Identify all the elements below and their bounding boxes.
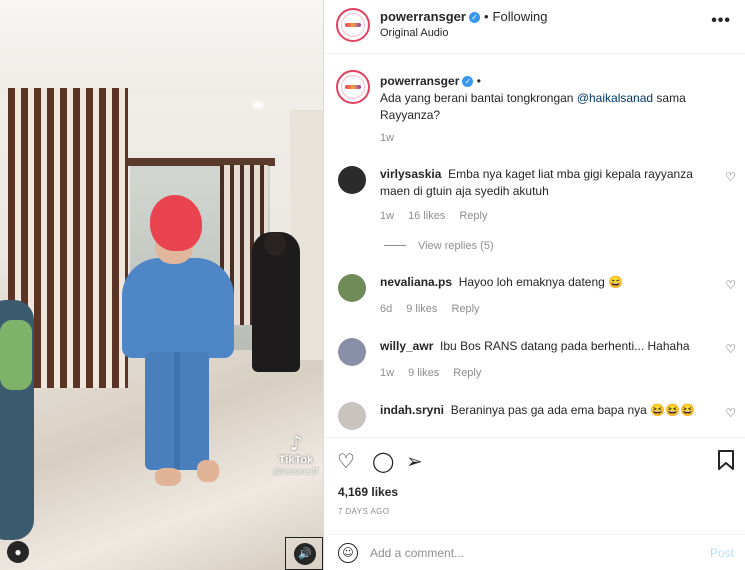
verified-icon: ✓ [468,12,480,23]
comment-username[interactable]: indah.sryni [380,403,444,417]
post-header: powerransger ✓ • Following Original Audio •… [324,0,745,54]
action-bar: ♡ ◯ ➢ [324,437,745,483]
replies-line [384,245,406,246]
comment-input[interactable] [370,543,670,563]
tiktok-handle: @bersanad7 [273,467,319,476]
post-button[interactable]: Post [710,546,734,560]
commenter-avatar[interactable] [338,338,366,366]
header-separator: • [483,9,489,24]
sound-toggle-button[interactable]: 🔊 [285,537,323,570]
bookmark-icon[interactable] [718,450,734,474]
comment-heart-icon[interactable]: ♡ [725,278,736,292]
comment-age: 1w [380,367,395,379]
paper-plane-icon[interactable]: ➢ [406,450,423,472]
ceiling-light [253,102,263,108]
video-woman-pants [145,352,209,470]
comment-age: 1w [380,210,395,222]
caption-body: Ada yang berani bantai tongkrongan [380,91,577,105]
author-avatar[interactable] [336,8,370,42]
comment-likes[interactable]: 9 likes [406,303,437,315]
following-button[interactable]: Following [493,9,548,24]
user-icon[interactable]: ● [7,541,29,563]
speaker-icon: 🔊 [294,543,316,565]
post-detail-panel: powerransger ✓ • Following Original Audio •… [323,0,745,570]
video-woman-turban [150,195,202,251]
caption-username[interactable]: powerransger [380,74,459,88]
video-woman-foot [197,460,219,482]
caption-text: powerransger ✓ • Ada yang berani bantai t… [380,73,710,124]
commenter-avatar[interactable] [338,274,366,302]
heart-icon[interactable]: ♡ [337,450,355,472]
comment-body: Hayoo loh emaknya dateng 😄 [458,275,624,289]
comment-meta: 1w 9 likes Reply [380,367,495,379]
caption-separator: • [476,74,481,88]
reply-button[interactable]: Reply [453,367,481,379]
caption-mention[interactable]: @haikalsanad [577,91,653,105]
comments-list[interactable]: powerransger ✓ • Ada yang berani bantai t… [324,56,745,436]
reply-button[interactable]: Reply [451,303,479,315]
comment-composer: ☺ Post [324,534,745,570]
commenter-avatar[interactable] [338,402,366,430]
video-woman-foot [155,468,181,486]
post-timestamp: 7 DAYS AGO [338,507,390,516]
tiktok-brand: TikTok [278,454,314,466]
video-woman-top [122,258,234,358]
likes-count[interactable]: 4,169 likes [338,485,398,499]
comment-body: Beraninya pas ga ada ema bapa nya 😆😆😆 [450,403,695,417]
reply-button[interactable]: Reply [459,210,487,222]
comment-username[interactable]: willy_awr [380,339,433,353]
reel-video[interactable]: ♪ TikTok @bersanad7 ● 🔊 [0,0,323,570]
video-left-child [0,320,32,390]
view-replies-label: View replies (5) [418,240,494,252]
comment-text: willy_awr Ibu Bos RANS datang pada berhe… [380,338,710,355]
original-audio-link[interactable]: Original Audio [380,27,449,39]
verified-icon: ✓ [462,76,474,87]
bookmark-shape [718,450,734,470]
video-ceiling [0,0,323,95]
comment-age: 6d [380,303,393,315]
comment-likes[interactable]: 9 likes [408,367,439,379]
tiktok-logo-icon: ♪ [289,431,303,455]
comment-heart-icon[interactable]: ♡ [725,406,736,420]
caption-age: 1w [380,132,395,144]
comment-heart-icon[interactable]: ♡ [725,342,736,356]
comment-body: Ibu Bos RANS datang pada berhenti... Hah… [440,339,690,353]
caption-meta: 1w [380,132,408,144]
comment-text: virlysaskia Emba nya kaget liat mba gigi… [380,166,710,200]
comment-heart-icon[interactable]: ♡ [725,170,736,184]
comment-text: indah.sryni Beraninya pas ga ada ema bap… [380,402,710,419]
view-replies-button[interactable]: View replies (5) [384,240,494,252]
emoji-icon[interactable]: ☺ [338,543,358,563]
comment-username[interactable]: virlysaskia [380,167,441,181]
comment-meta: 6d 9 likes Reply [380,303,494,315]
author-username[interactable]: powerransger [380,9,466,24]
comment-username[interactable]: nevaliana.ps [380,275,452,289]
caption-avatar[interactable] [336,70,370,104]
author-line: powerransger ✓ • Following [380,9,547,24]
more-horizontal-icon[interactable]: ••• [711,12,731,30]
comment-icon[interactable]: ◯ [372,450,394,472]
commenter-avatar[interactable] [338,166,366,194]
comment-likes[interactable]: 16 likes [408,210,445,222]
tiktok-watermark: ♪ TikTok @bersanad7 [268,432,323,476]
comment-meta: 1w 16 likes Reply [380,210,501,222]
video-background-person-head [264,232,286,256]
comment-text: nevaliana.ps Hayoo loh emaknya dateng 😄 [380,274,710,291]
